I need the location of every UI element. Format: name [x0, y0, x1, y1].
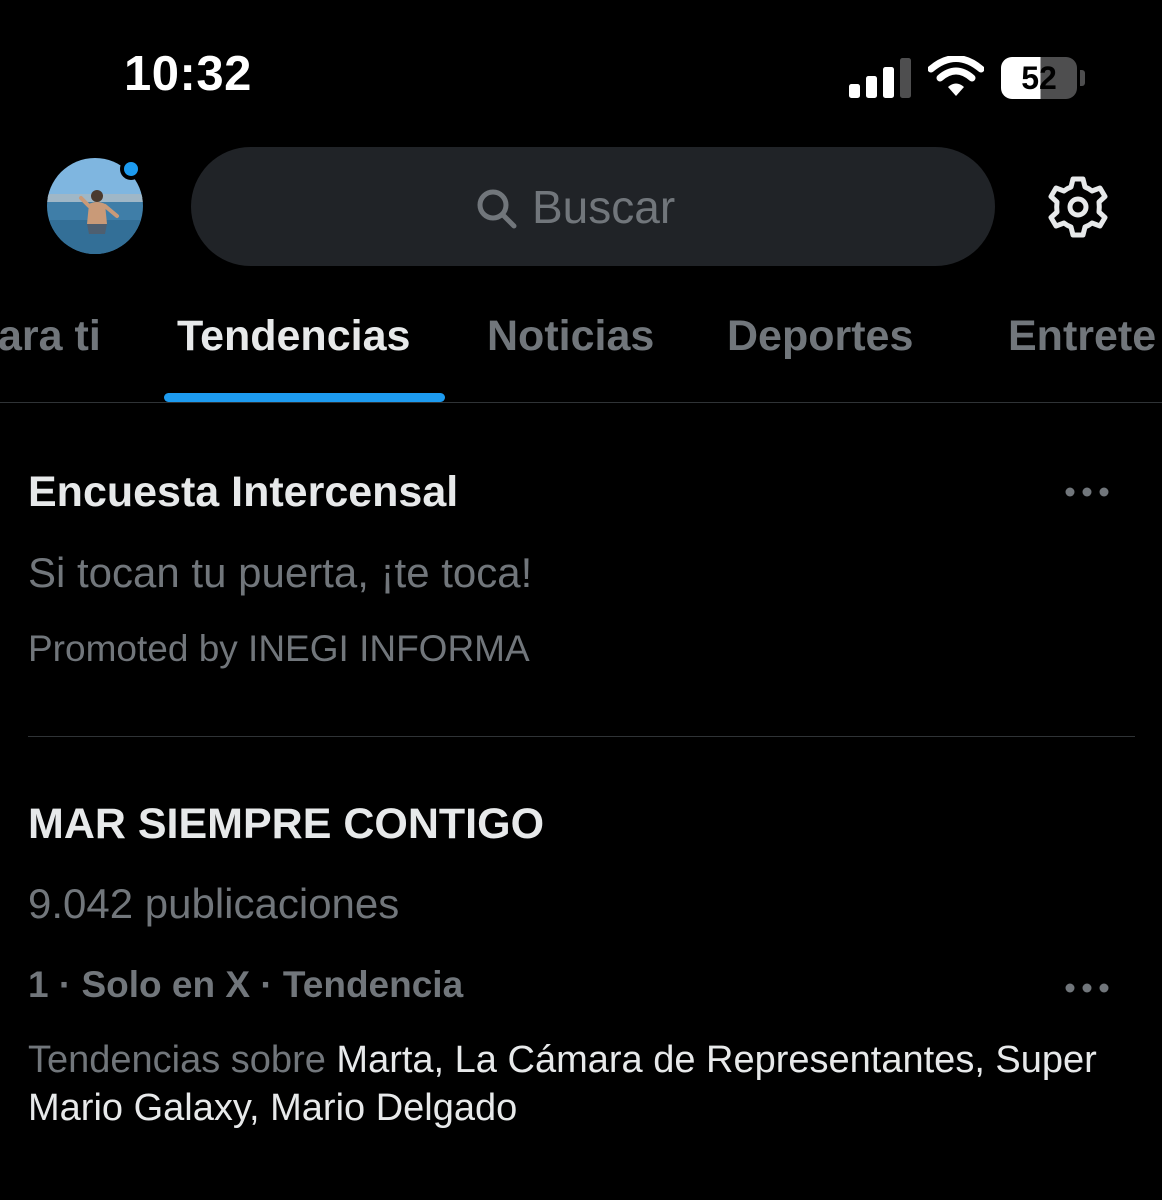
explore-screen: 10:32 52 Buscar ara ti Tendencias Notici… — [0, 0, 1162, 1200]
wifi-icon — [928, 56, 984, 96]
battery-icon: 52 — [1001, 57, 1077, 99]
battery-level: 52 — [1021, 59, 1057, 96]
active-tab-indicator — [164, 393, 445, 402]
tab-noticias[interactable]: Noticias — [487, 312, 654, 361]
more-horizontal-icon[interactable] — [1064, 982, 1110, 994]
notification-dot — [120, 158, 142, 180]
related-prefix: Tendencias sobre — [28, 1039, 326, 1081]
promoted-label: Promoted by INEGI INFORMA — [28, 628, 530, 669]
trend-title[interactable]: Encuesta Intercensal — [28, 468, 458, 517]
trend-title[interactable]: MAR SIEMPRE CONTIGO — [28, 800, 544, 849]
tab-para-ti[interactable]: ara ti — [0, 312, 101, 361]
tab-entretenimiento[interactable]: Entrete — [1008, 312, 1156, 361]
search-input[interactable] — [532, 179, 712, 234]
signal-icon — [849, 58, 911, 98]
gear-icon[interactable] — [1046, 175, 1110, 239]
battery-cap — [1080, 70, 1085, 86]
related-trends[interactable]: Tendencias sobre Marta, La Cámara de Rep… — [28, 1036, 1138, 1132]
tab-deportes[interactable]: Deportes — [727, 312, 913, 361]
trend-post-count: 9.042 publicaciones — [28, 880, 400, 927]
tabs-divider — [0, 402, 1162, 403]
trend-context: 1 · Solo en X · Tendencia — [28, 964, 464, 1005]
item-divider — [28, 736, 1135, 737]
trend-subtitle: Si tocan tu puerta, ¡te toca! — [28, 549, 533, 596]
tab-tendencias[interactable]: Tendencias — [177, 312, 410, 361]
status-time: 10:32 — [124, 47, 252, 101]
search-bar[interactable] — [191, 147, 995, 266]
search-icon — [477, 189, 517, 228]
more-horizontal-icon[interactable] — [1064, 486, 1110, 498]
